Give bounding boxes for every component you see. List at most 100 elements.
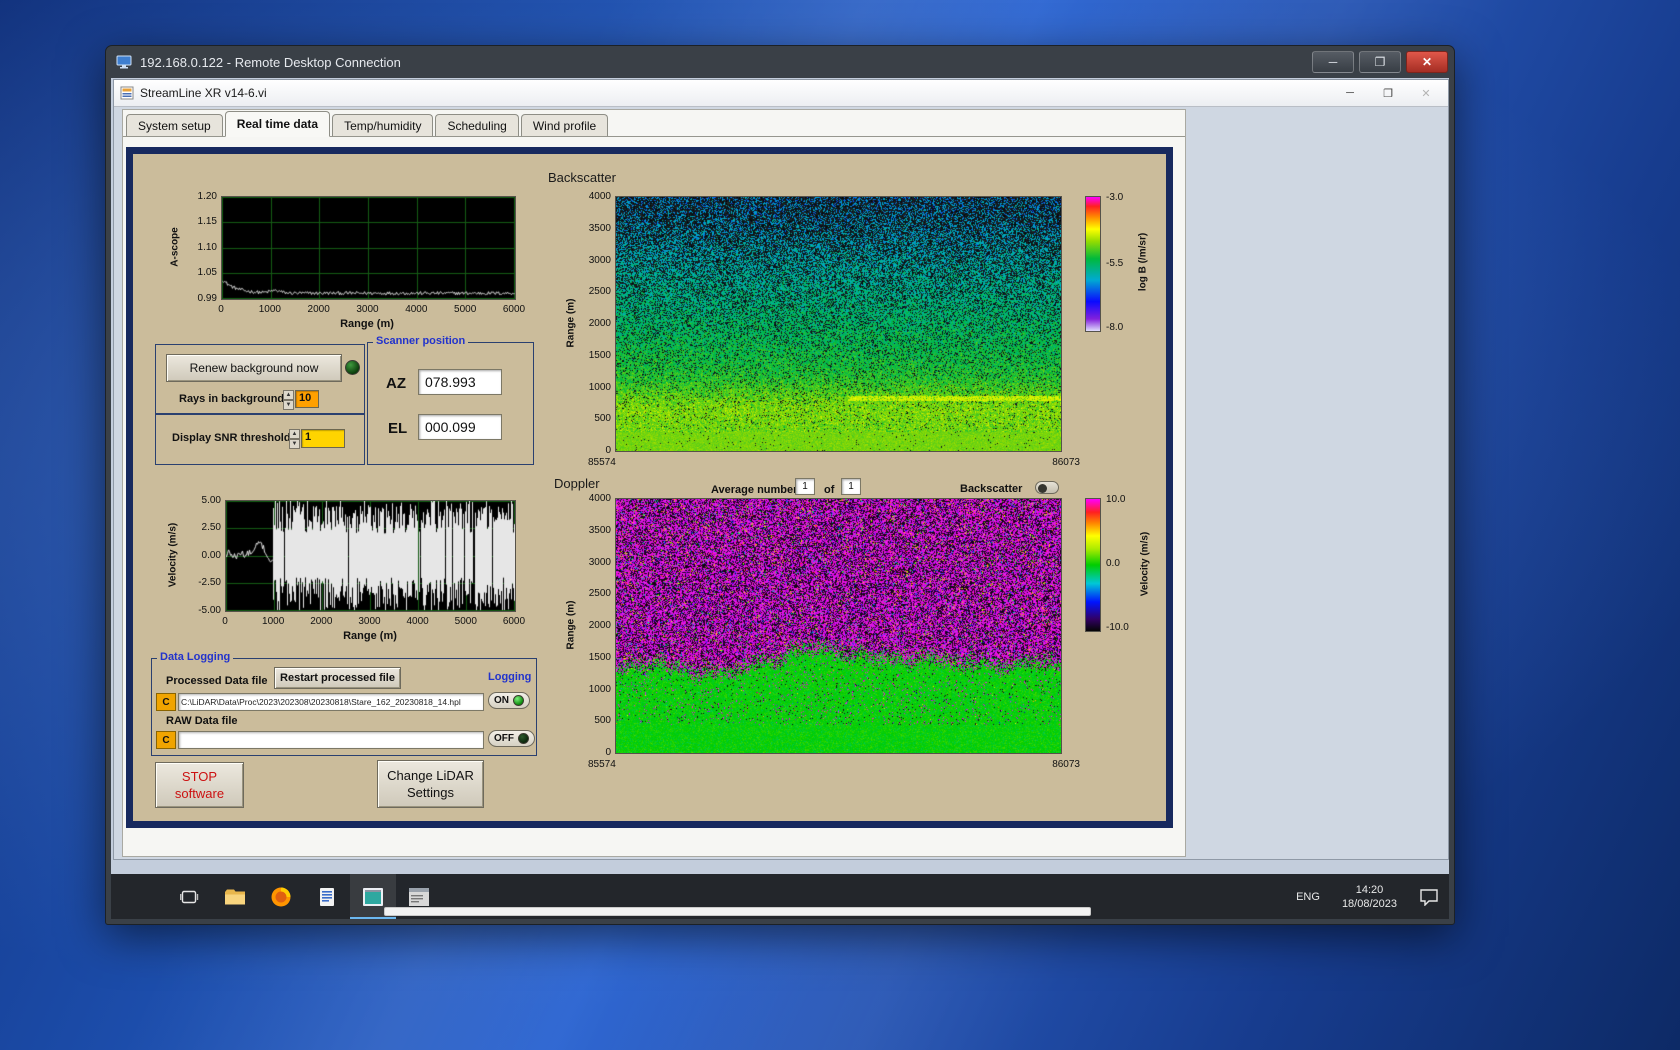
clock[interactable]: 14:20 18/08/2023	[1334, 883, 1405, 911]
axis-tick: 4000	[588, 493, 611, 504]
doppler-x-ticks: 85574 86073	[588, 759, 1080, 770]
axis-tick: 4000	[588, 191, 611, 202]
change-lidar-settings-button[interactable]: Change LiDAR Settings	[377, 760, 484, 808]
axis-tick: 3500	[588, 525, 611, 536]
backscatter-display-toggle[interactable]	[1035, 481, 1059, 494]
raw-path-field[interactable]	[178, 731, 484, 749]
logging-label: Logging	[488, 671, 532, 683]
backscatter-heatmap-canvas	[616, 197, 1061, 451]
app-minimize-button[interactable]: ─	[1332, 83, 1368, 104]
tab-temp-humidity[interactable]: Temp/humidity	[332, 114, 434, 136]
ascope-plot-area	[221, 196, 516, 300]
axis-tick: 4000	[406, 616, 429, 627]
snr-threshold-box: Display SNR threshold ▲ ▼ 1	[155, 414, 365, 465]
axis-tick: 1.15	[197, 216, 217, 227]
velocity-x-axis-label: Range (m)	[343, 630, 397, 642]
axis-tick: -5.00	[198, 605, 221, 616]
velocity-plot-canvas	[226, 501, 515, 611]
az-label: AZ	[386, 375, 406, 392]
axis-tick: 2000	[588, 318, 611, 329]
file-explorer-icon	[225, 889, 245, 904]
colorbar-tick: -5.5	[1106, 258, 1124, 269]
action-center-button[interactable]	[1409, 874, 1449, 919]
processed-path-field[interactable]: C:\LiDAR\Data\Proc\2023\202308\20230818\…	[178, 693, 484, 711]
on-toggle-label: ON	[494, 695, 509, 706]
axis-tick: 1500	[588, 350, 611, 361]
scanner-position-title: Scanner position	[373, 335, 469, 347]
average-count-field[interactable]: 1	[841, 478, 861, 495]
streamline-app-window: StreamLine XR v14-6.vi ─ ❐ ✕ System setu…	[113, 79, 1449, 860]
rays-spinner[interactable]: ▲ ▼	[283, 390, 294, 410]
axis-tick: 3000	[358, 616, 381, 627]
renew-background-button[interactable]: Renew background now	[166, 354, 342, 382]
az-value-field[interactable]: 078.993	[418, 369, 502, 395]
tab-strip: System setup Real time data Temp/humidit…	[123, 110, 1185, 137]
axis-tick: 1000	[588, 382, 611, 393]
tab-scheduling[interactable]: Scheduling	[435, 114, 519, 136]
app-close-button[interactable]: ✕	[1408, 83, 1444, 104]
axis-tick: 86073	[1052, 457, 1080, 468]
rdp-window: 192.168.0.122 - Remote Desktop Connectio…	[105, 45, 1455, 925]
off-toggle-label: OFF	[494, 733, 514, 744]
axis-tick: 6000	[502, 304, 526, 315]
axis-tick: 1500	[588, 652, 611, 663]
tab-real-time-data[interactable]: Real time data	[224, 111, 331, 137]
ascope-y-axis-label: A-scope	[169, 227, 181, 267]
raw-data-file-label: RAW Data file	[166, 715, 238, 727]
language-indicator[interactable]: ENG	[1286, 874, 1330, 919]
rays-value-field[interactable]: 10	[295, 390, 319, 408]
app-restore-button[interactable]: ❐	[1370, 83, 1406, 104]
raw-path-drive-button[interactable]: C	[156, 731, 176, 749]
raw-logging-toggle[interactable]: OFF	[488, 730, 535, 747]
average-number-field[interactable]: 1	[795, 478, 815, 495]
axis-tick: 5.00	[201, 495, 221, 506]
rdp-minimize-button[interactable]: ─	[1312, 51, 1354, 73]
app-titlebar: StreamLine XR v14-6.vi ─ ❐ ✕	[114, 80, 1448, 107]
snr-spinner[interactable]: ▲ ▼	[289, 429, 300, 449]
rdp-titlebar: 192.168.0.122 - Remote Desktop Connectio…	[106, 46, 1454, 78]
axis-tick: 0.99	[197, 293, 217, 304]
rdp-close-button[interactable]: ✕	[1406, 51, 1448, 73]
axis-tick: 4000	[405, 304, 428, 315]
axis-tick: 3500	[588, 223, 611, 234]
tab-wind-profile[interactable]: Wind profile	[520, 114, 609, 136]
axis-tick: 5000	[454, 304, 477, 315]
axis-tick: 2000	[307, 304, 330, 315]
rdp-maximize-button[interactable]: ❐	[1359, 51, 1401, 73]
doppler-heatmap	[615, 498, 1062, 754]
background-led-indicator	[345, 360, 360, 375]
horizontal-scrollbar[interactable]	[384, 907, 1091, 916]
restart-processed-file-button[interactable]: Restart processed file	[274, 667, 401, 689]
firefox-icon	[271, 887, 291, 906]
doppler-heatmap-canvas	[616, 499, 1061, 753]
processed-data-file-label: Processed Data file	[166, 675, 268, 687]
vi-app-icon	[120, 86, 134, 100]
file-explorer-button[interactable]	[212, 874, 258, 919]
ascope-plot-canvas	[222, 197, 515, 299]
doppler-colorbar-label: Velocity (m/s)	[1139, 531, 1151, 597]
processed-path-drive-button[interactable]: C	[156, 693, 176, 711]
rays-in-background-label: Rays in background	[179, 393, 285, 405]
clock-date: 18/08/2023	[1341, 897, 1397, 910]
tab-system-setup[interactable]: System setup	[126, 114, 223, 136]
el-value-field[interactable]: 000.099	[418, 414, 502, 440]
backscatter-colorbar	[1085, 196, 1101, 332]
scanner-position-box: Scanner position AZ 078.993 EL 000.099	[367, 335, 534, 465]
stop-software-button[interactable]: STOP software	[155, 762, 244, 808]
doppler-colorbar	[1085, 498, 1101, 632]
processed-logging-toggle[interactable]: ON	[488, 692, 530, 709]
average-number-label: Average number	[711, 484, 798, 496]
backscatter-y-axis-label: Range (m)	[565, 298, 577, 348]
axis-tick: 3000	[588, 557, 611, 568]
ascope-x-ticks: 0 1000 2000 3000 4000 5000 6000	[204, 304, 531, 315]
snr-value-field[interactable]: 1	[301, 429, 345, 448]
task-view-button[interactable]	[166, 874, 212, 919]
firefox-button[interactable]	[258, 874, 304, 919]
velocity-graph: Velocity (m/s) 5.00 2.50 0.00 -2.50 -5.0…	[155, 492, 526, 650]
rdp-icon	[116, 55, 132, 69]
action-center-icon	[1420, 888, 1438, 906]
text-editor-button[interactable]	[304, 874, 350, 919]
background-control-box: Renew background now Rays in background …	[155, 344, 365, 414]
axis-tick: 5000	[454, 616, 477, 627]
axis-tick: 85574	[588, 457, 616, 468]
